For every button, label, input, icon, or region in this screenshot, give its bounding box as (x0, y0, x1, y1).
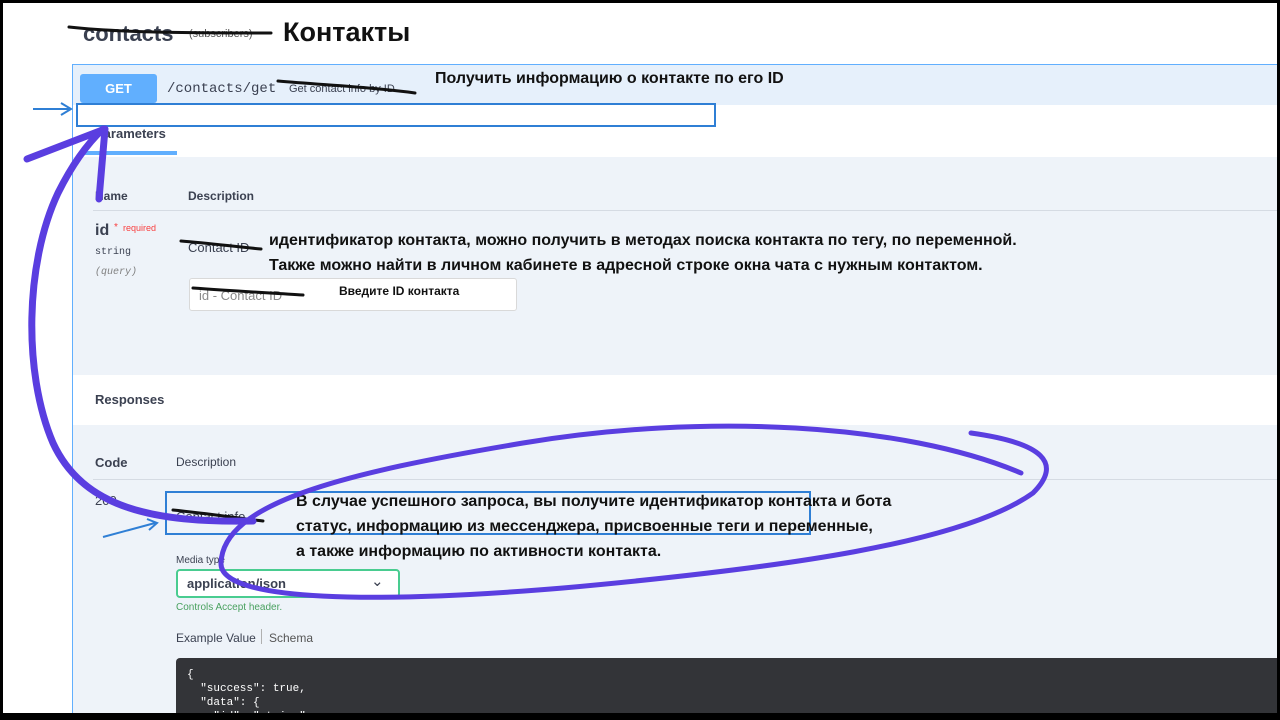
tab-parameters[interactable]: Parameters (95, 126, 166, 141)
column-header-name: Name (95, 189, 128, 203)
param-annotation-line1: идентификатор контакта, можно получить в… (269, 232, 1017, 249)
param-type: string (95, 247, 132, 258)
column-header-description: Description (188, 189, 255, 203)
tag-title[interactable]: contacts (83, 21, 173, 47)
tag-annotation: Контакты (283, 17, 411, 47)
column-header-response-description: Description (176, 455, 237, 469)
id-input-annotation: Введите ID контакта (339, 284, 460, 298)
param-annotation: идентификатор контакта, можно получить в… (269, 228, 1017, 278)
tab-example-value[interactable]: Example Value (176, 631, 256, 645)
parameters-highlight-box (76, 103, 716, 127)
response-annotation-line2: статус, информацию из мессенджера, присв… (296, 518, 873, 535)
response-description: Contact info (176, 509, 246, 524)
id-input-placeholder: id - Contact ID (199, 288, 283, 303)
divider (93, 210, 1277, 211)
media-type-value: application/json (187, 576, 286, 591)
param-name: id (95, 222, 110, 239)
param-annotation-line2: Также можно найти в личном кабинете в ад… (269, 257, 983, 274)
media-type-label: Media type (176, 555, 225, 566)
controls-accept-text: Controls Accept header. (176, 602, 283, 613)
required-label: required (123, 223, 157, 233)
operation-annotation: Получить информацию о контакте по его ID (435, 70, 784, 87)
divider (93, 479, 1277, 480)
operation-summary: Get contact info by ID (289, 83, 395, 95)
responses-header (73, 375, 1277, 425)
response-annotation-line3: а также информацию по активности контакт… (296, 543, 662, 560)
tab-active-underline (81, 151, 177, 155)
example-code: { "success": true, "data": { "id": "stri… (187, 669, 312, 713)
screen: contacts (subscribers) Контакты GET /con… (3, 3, 1277, 713)
response-code: 200 (95, 493, 117, 508)
example-code-block (176, 658, 1277, 713)
response-annotation: В случае успешного запроса, вы получите … (296, 489, 891, 564)
responses-title: Responses (95, 392, 165, 407)
method-badge[interactable]: GET (80, 74, 157, 103)
column-header-code: Code (95, 455, 128, 470)
tag-subtitle: (subscribers) (189, 28, 253, 40)
param-location: (query) (95, 267, 138, 278)
param-description: Contact ID (188, 240, 250, 255)
arrow-right-icon (33, 102, 73, 116)
tab-schema[interactable]: Schema (269, 631, 313, 645)
response-annotation-line1: В случае успешного запроса, вы получите … (296, 493, 892, 510)
required-star: * (114, 222, 118, 233)
operation-path[interactable]: /contacts/get (167, 81, 276, 97)
tab-separator (261, 629, 262, 644)
chevron-down-icon[interactable]: ⌄ (371, 572, 384, 590)
